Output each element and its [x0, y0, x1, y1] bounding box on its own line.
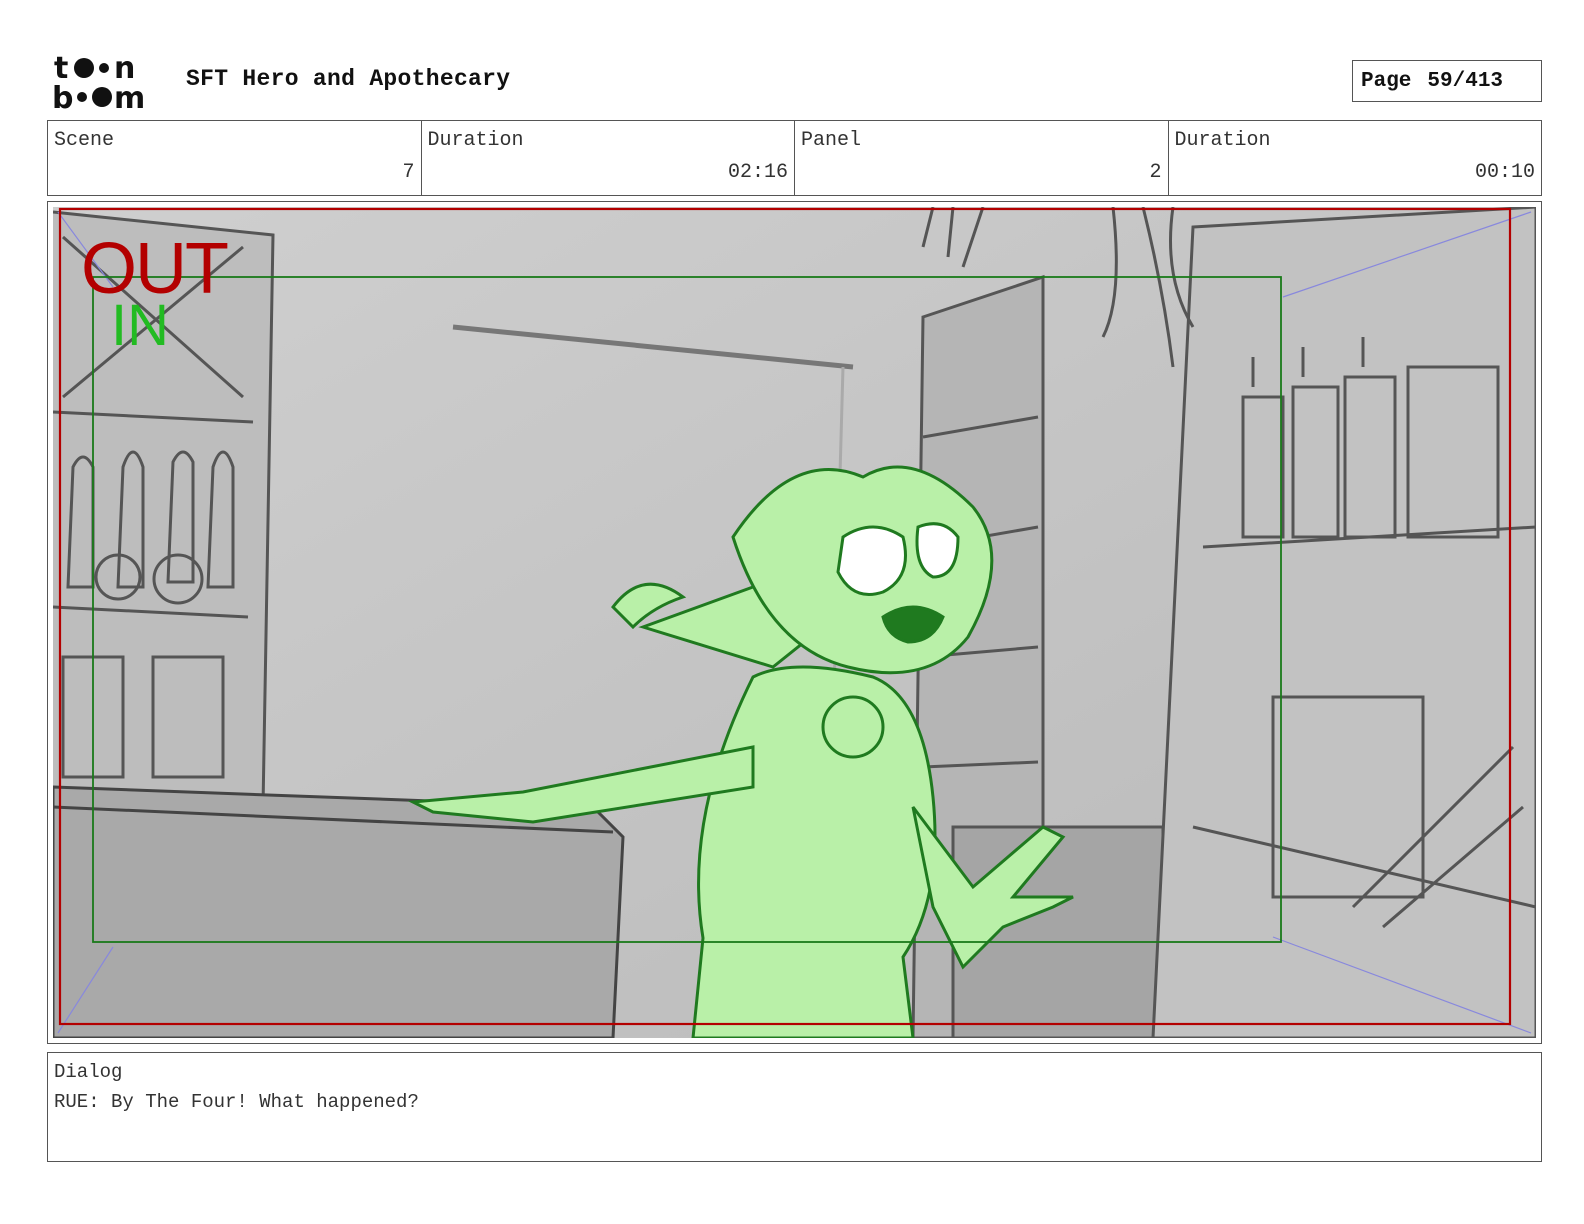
dialog-label: Dialog: [54, 1061, 123, 1083]
scene-duration-cell: Duration 02:16: [422, 121, 795, 195]
svg-text:b: b: [52, 81, 73, 112]
page-number: 59/413: [1427, 69, 1504, 93]
panel-label: Panel: [801, 129, 862, 152]
counter-sketch: [53, 785, 625, 1038]
panel-duration-label: Duration: [1174, 129, 1271, 152]
scene-duration-value: 02:16: [727, 161, 788, 184]
toon-boom-logo-mark: t n b m: [52, 51, 145, 112]
dialog-box: Dialog RUE: By The Four! What happened?: [47, 1052, 1542, 1162]
panel-info-row: Scene 7 Duration 02:16 Panel 2 Duration …: [47, 120, 1542, 196]
scene-duration-label: Duration: [427, 129, 524, 152]
svg-text:m: m: [114, 81, 145, 112]
dialog-text: RUE: By The Four! What happened?: [54, 1091, 419, 1113]
scene-value: 7: [402, 161, 415, 184]
panel-duration-cell: Duration 00:10: [1169, 121, 1542, 195]
scene-cell: Scene 7: [48, 121, 422, 195]
apothecary-scene-sketch: [53, 207, 1536, 1038]
panel-cell: Panel 2: [795, 121, 1169, 195]
storyboard-panel-image: OUT IN: [53, 207, 1536, 1038]
right-shelf-sketch: [1151, 207, 1536, 1038]
toon-boom-logo: t n b m: [52, 50, 164, 112]
scene-label: Scene: [54, 129, 115, 152]
page-label: Page: [1361, 69, 1412, 93]
panel-value: 2: [1149, 161, 1162, 184]
panel-duration-value: 00:10: [1474, 161, 1535, 184]
in-frame-label: IN: [111, 293, 169, 358]
project-title: SFT Hero and Apothecary: [186, 66, 511, 92]
storyboard-panel-frame: OUT IN: [47, 201, 1542, 1044]
page-indicator: Page 59/413: [1352, 60, 1542, 102]
